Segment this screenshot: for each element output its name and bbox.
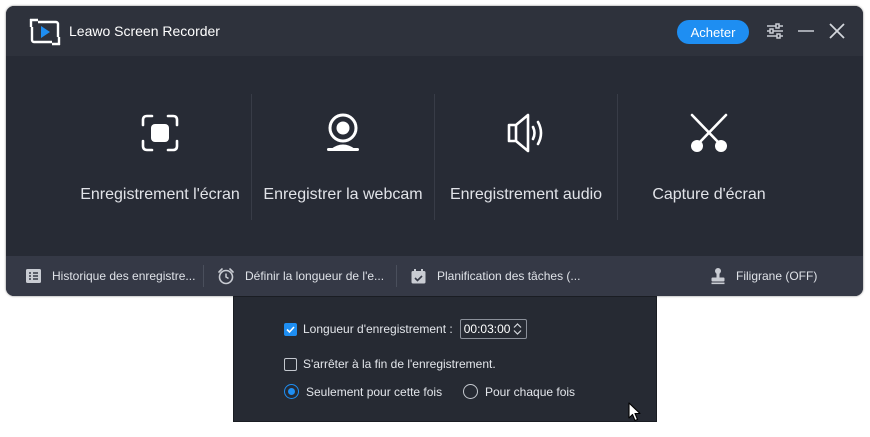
- stop-label: S'arrêter à la fin de l'enregistrement.: [303, 357, 496, 371]
- length-option: Longueur d'enregistrement : 00:03:00: [284, 319, 527, 339]
- mode-screen-record[interactable]: Enregistrement l'écran: [68, 56, 252, 256]
- title-bar: Leawo Screen Recorder Acheter: [6, 6, 863, 56]
- divider: [617, 94, 618, 220]
- schedule-label: Planification des tâches (...: [437, 269, 581, 283]
- every-option[interactable]: Pour chaque fois: [463, 384, 575, 399]
- minimize-icon[interactable]: [796, 21, 816, 41]
- recording-modes: Enregistrement l'écran Enregistrer la we…: [6, 56, 863, 256]
- length-label: Longueur d'enregistrement :: [303, 322, 453, 336]
- checkmark-icon: [286, 325, 295, 333]
- settings-sliders-icon[interactable]: [765, 21, 785, 41]
- status-bar: Historique des enregistre... Définir la …: [6, 256, 863, 296]
- spinner-arrows-icon[interactable]: [513, 322, 522, 336]
- divider: [434, 94, 435, 220]
- app-window: Leawo Screen Recorder Acheter Enregistre…: [6, 6, 863, 296]
- duration-popup: Longueur d'enregistrement : 00:03:00 S'a…: [233, 296, 657, 422]
- webcam-icon: [327, 113, 359, 151]
- mode-audio[interactable]: Enregistrement audio: [440, 56, 612, 256]
- duration-button[interactable]: Définir la longueur de l'e...: [217, 256, 384, 296]
- stop-checkbox[interactable]: [284, 357, 297, 371]
- watermark-button[interactable]: Filigrane (OFF): [710, 256, 817, 296]
- app-logo-icon: [28, 17, 62, 47]
- mode-label: Enregistrement audio: [449, 186, 603, 203]
- mode-webcam[interactable]: Enregistrer la webcam: [257, 56, 429, 256]
- divider: [251, 94, 252, 220]
- close-icon[interactable]: [827, 21, 847, 41]
- buy-button[interactable]: Acheter: [677, 20, 749, 44]
- speaker-icon: [507, 113, 543, 153]
- once-option[interactable]: Seulement pour cette fois: [284, 384, 442, 399]
- mode-label: Capture d'écran: [652, 186, 766, 203]
- screen-record-icon: [141, 114, 179, 152]
- mode-label: Enregistrement l'écran: [80, 186, 240, 203]
- app-title: Leawo Screen Recorder: [69, 23, 220, 39]
- stop-option: S'arrêter à la fin de l'enregistrement.: [284, 357, 496, 371]
- every-label: Pour chaque fois: [485, 384, 576, 399]
- schedule-button[interactable]: Planification des tâches (...: [410, 256, 580, 296]
- watermark-label: Filigrane (OFF): [736, 269, 818, 283]
- duration-label: Définir la longueur de l'e...: [245, 269, 385, 283]
- history-button[interactable]: Historique des enregistre...: [25, 256, 195, 296]
- stamp-icon: [711, 268, 725, 285]
- divider: [396, 265, 397, 287]
- once-radio[interactable]: [284, 384, 299, 399]
- once-label: Seulement pour cette fois: [306, 384, 443, 399]
- calendar-icon: [411, 268, 426, 283]
- length-time-value: 00:03:00: [463, 322, 511, 336]
- list-icon: [26, 269, 41, 283]
- mode-label: Enregistrer la webcam: [263, 186, 423, 203]
- every-radio[interactable]: [463, 384, 478, 399]
- length-time-input[interactable]: 00:03:00: [459, 319, 527, 339]
- divider: [203, 265, 204, 287]
- mode-screenshot[interactable]: Capture d'écran: [623, 56, 795, 256]
- alarm-clock-icon: [218, 268, 234, 285]
- length-checkbox[interactable]: [284, 322, 297, 336]
- history-label: Historique des enregistre...: [52, 269, 196, 283]
- mouse-cursor-icon: [628, 402, 641, 422]
- scissors-icon: [690, 113, 728, 152]
